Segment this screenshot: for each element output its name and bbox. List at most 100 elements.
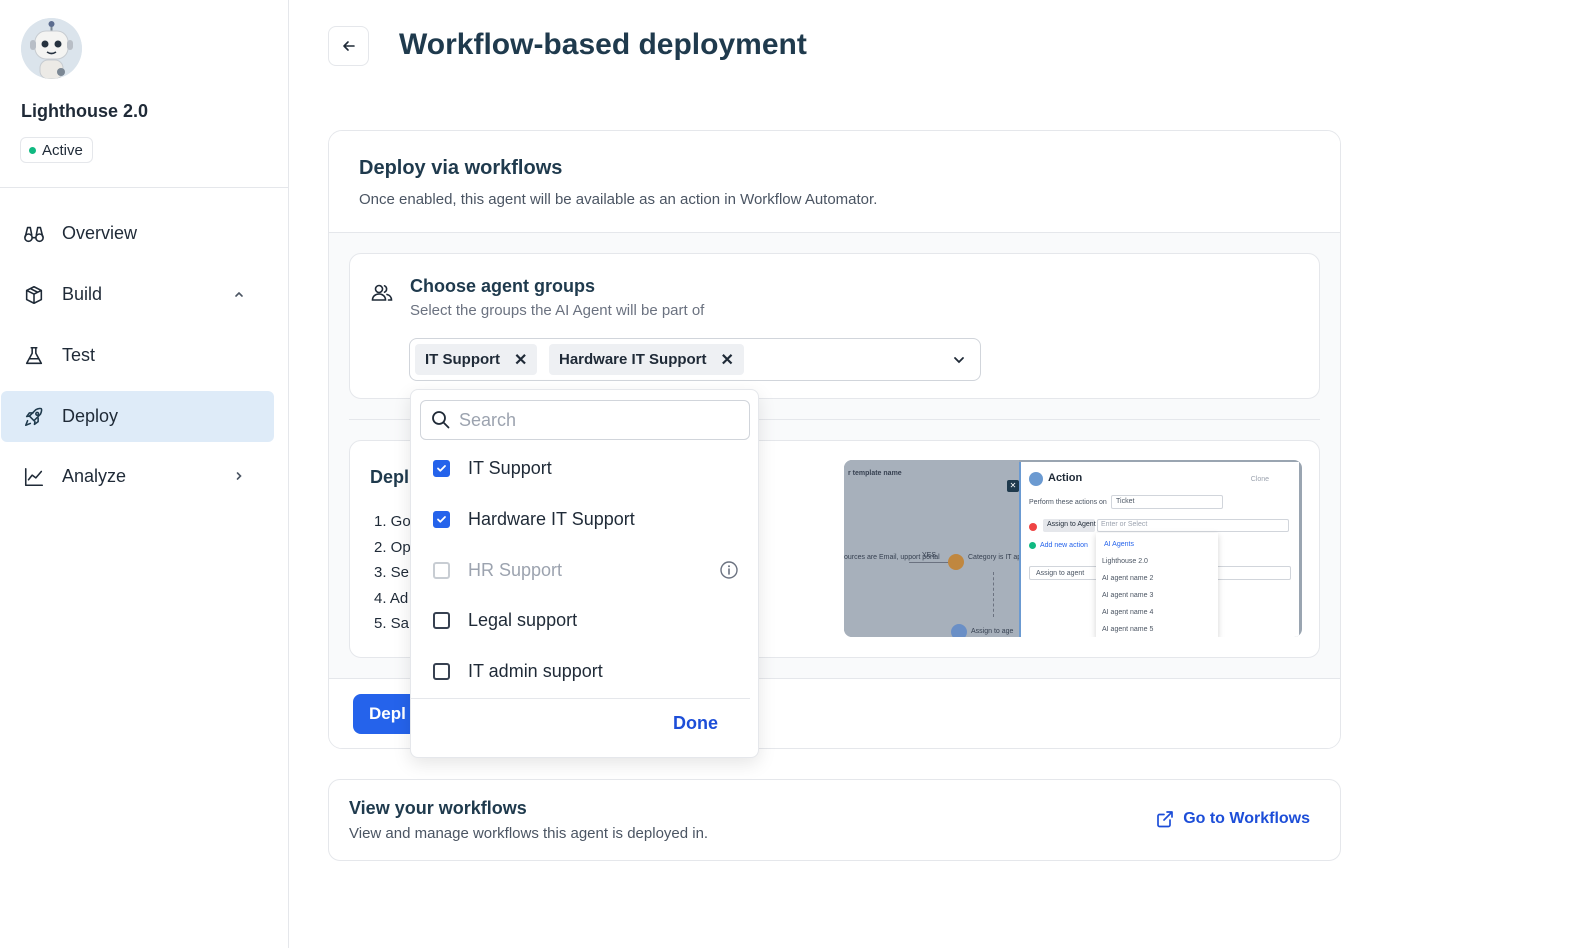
sidebar-item-label: Overview xyxy=(62,223,138,243)
checkbox[interactable] xyxy=(433,510,450,528)
preview-agent-dropdown: AI Agents Lighthouse 2.0 AI agent name 2… xyxy=(1096,533,1218,637)
search-field[interactable] xyxy=(420,400,750,440)
chart-line-icon xyxy=(22,465,46,489)
sidebar-item-label: Build xyxy=(62,284,103,304)
step-item: 4. Ad xyxy=(374,589,409,607)
preview-connector xyxy=(993,572,994,617)
search-input[interactable] xyxy=(459,409,729,431)
sidebar-item-label: Deploy xyxy=(62,406,119,426)
chevron-right-icon[interactable] xyxy=(232,469,246,483)
preview-connector xyxy=(909,562,949,563)
group-option-legal-support[interactable]: Legal support xyxy=(433,600,743,640)
step-item: 1. Go xyxy=(374,513,411,530)
flask-icon xyxy=(22,344,46,368)
sidebar-item-label: Test xyxy=(62,345,96,365)
checkbox[interactable] xyxy=(433,459,450,477)
preview-agent-input: Enter or Select xyxy=(1097,519,1289,532)
group-option-hr-support: HR Support xyxy=(433,550,743,590)
preview-flow-yes: YES xyxy=(922,552,937,559)
workflow-preview-image: r template name ources are Email, upport… xyxy=(844,460,1302,637)
arrow-left-icon xyxy=(342,41,355,51)
preview-agent-item: AI agent name 2 xyxy=(1102,575,1154,582)
preview-agent-item: AI agent name 3 xyxy=(1102,592,1154,599)
preview-add-action: Add new action xyxy=(1040,542,1088,549)
group-option-it-support[interactable]: IT Support xyxy=(433,448,743,488)
step-item: 3. Se xyxy=(374,564,410,581)
sidebar-item-overview[interactable]: Overview xyxy=(1,208,274,259)
preview-action-icon xyxy=(1029,472,1043,486)
close-icon[interactable]: ✕ xyxy=(514,350,527,370)
sidebar-item-build[interactable]: Build xyxy=(1,269,274,320)
checkbox[interactable] xyxy=(433,611,450,629)
add-icon xyxy=(1029,542,1036,549)
agent-groups-multiselect[interactable]: IT Support ✕ Hardware IT Support ✕ xyxy=(409,338,981,381)
preview-assign-chip: Assign to Agent xyxy=(1043,519,1096,532)
chip-label: IT Support xyxy=(425,351,500,368)
option-label: HR Support xyxy=(468,559,563,580)
check-icon xyxy=(437,464,446,472)
link-label: Go to Workflows xyxy=(1183,810,1310,827)
option-label: IT Support xyxy=(468,457,552,478)
preview-agent-item: AI agent name 4 xyxy=(1102,609,1154,616)
page-title: Workflow-based deployment xyxy=(399,28,807,61)
go-to-workflows-link[interactable]: Go to Workflows xyxy=(1155,809,1310,829)
preview-clone-label: Clone xyxy=(1250,476,1269,483)
sidebar-item-test[interactable]: Test xyxy=(1,330,274,381)
done-button[interactable]: Done xyxy=(673,713,718,734)
agent-avatar xyxy=(21,18,82,79)
chip-label: Hardware IT Support xyxy=(559,351,707,368)
info-icon[interactable] xyxy=(719,560,739,580)
sidebar: Lighthouse 2.0 Active Overview Build Tes… xyxy=(0,0,289,948)
group-option-hardware-it-support[interactable]: Hardware IT Support xyxy=(433,499,743,539)
groups-subtitle: Select the groups the AI Agent will be p… xyxy=(410,302,705,319)
card-header: Deploy via workflows Once enabled, this … xyxy=(329,131,1340,233)
sidebar-divider xyxy=(0,187,288,188)
view-workflows-card: View your workflows View and manage work… xyxy=(328,779,1341,861)
status-label: Active xyxy=(42,141,83,159)
external-link-icon xyxy=(1157,811,1174,828)
status-dot xyxy=(29,146,36,154)
chevron-down-icon[interactable] xyxy=(952,353,966,367)
preview-canvas: r template name ources are Email, upport… xyxy=(844,460,1059,637)
agent-name: Lighthouse 2.0 xyxy=(21,101,149,121)
back-button[interactable] xyxy=(328,26,369,66)
status-badge: Active xyxy=(20,137,93,163)
preview-perform-value: Ticket xyxy=(1116,498,1135,505)
chevron-up-icon[interactable] xyxy=(232,287,246,301)
preview-action-title: Action xyxy=(1048,472,1083,484)
preview-assign-chip-label: Assign to Agent xyxy=(1047,521,1096,528)
selected-group-chip: IT Support ✕ xyxy=(415,344,538,375)
preview-select: Ticket xyxy=(1111,495,1223,509)
close-icon: ✕ xyxy=(1007,480,1019,492)
binoculars-icon xyxy=(22,222,46,246)
preview-perform-label: Perform these actions on xyxy=(1029,499,1107,506)
users-icon xyxy=(371,284,393,301)
group-option-it-admin-support[interactable]: IT admin support xyxy=(433,651,743,691)
card-subtitle: Once enabled, this agent will be availab… xyxy=(359,191,878,208)
preview-flow-assign: Assign to age xyxy=(971,628,1014,635)
preview-agent-item: AI agent name 5 xyxy=(1102,626,1154,633)
groups-title: Choose agent groups xyxy=(410,276,596,296)
selected-group-chip: Hardware IT Support ✕ xyxy=(549,344,744,375)
close-icon[interactable]: ✕ xyxy=(721,350,734,370)
preview-action-modal: Action Clone Perform these actions on Ti… xyxy=(1019,462,1299,637)
rocket-icon xyxy=(22,405,46,429)
search-icon xyxy=(432,411,450,429)
sidebar-item-analyze[interactable]: Analyze xyxy=(1,451,274,502)
agent-groups-panel: Choose agent groups Select the groups th… xyxy=(349,253,1320,399)
checkbox xyxy=(433,561,450,579)
preview-back-agents: AI Agents xyxy=(1104,541,1134,548)
dropdown-divider xyxy=(411,698,750,699)
option-label: IT admin support xyxy=(468,660,603,681)
preview-template-label: r template name xyxy=(848,470,902,477)
agent-groups-dropdown: IT Support Hardware IT Support HR Suppor… xyxy=(410,389,759,758)
option-label: Legal support xyxy=(468,609,578,630)
box-icon xyxy=(22,283,46,307)
workflows-subtitle: View and manage workflows this agent is … xyxy=(349,825,709,842)
remove-icon xyxy=(1029,523,1037,531)
checkbox[interactable] xyxy=(433,662,450,680)
card-title: Deploy via workflows xyxy=(359,157,563,179)
preview-assign-field-label: Assign to agent xyxy=(1036,570,1085,577)
sidebar-item-deploy[interactable]: Deploy xyxy=(1,391,274,442)
preview-node xyxy=(948,554,964,570)
